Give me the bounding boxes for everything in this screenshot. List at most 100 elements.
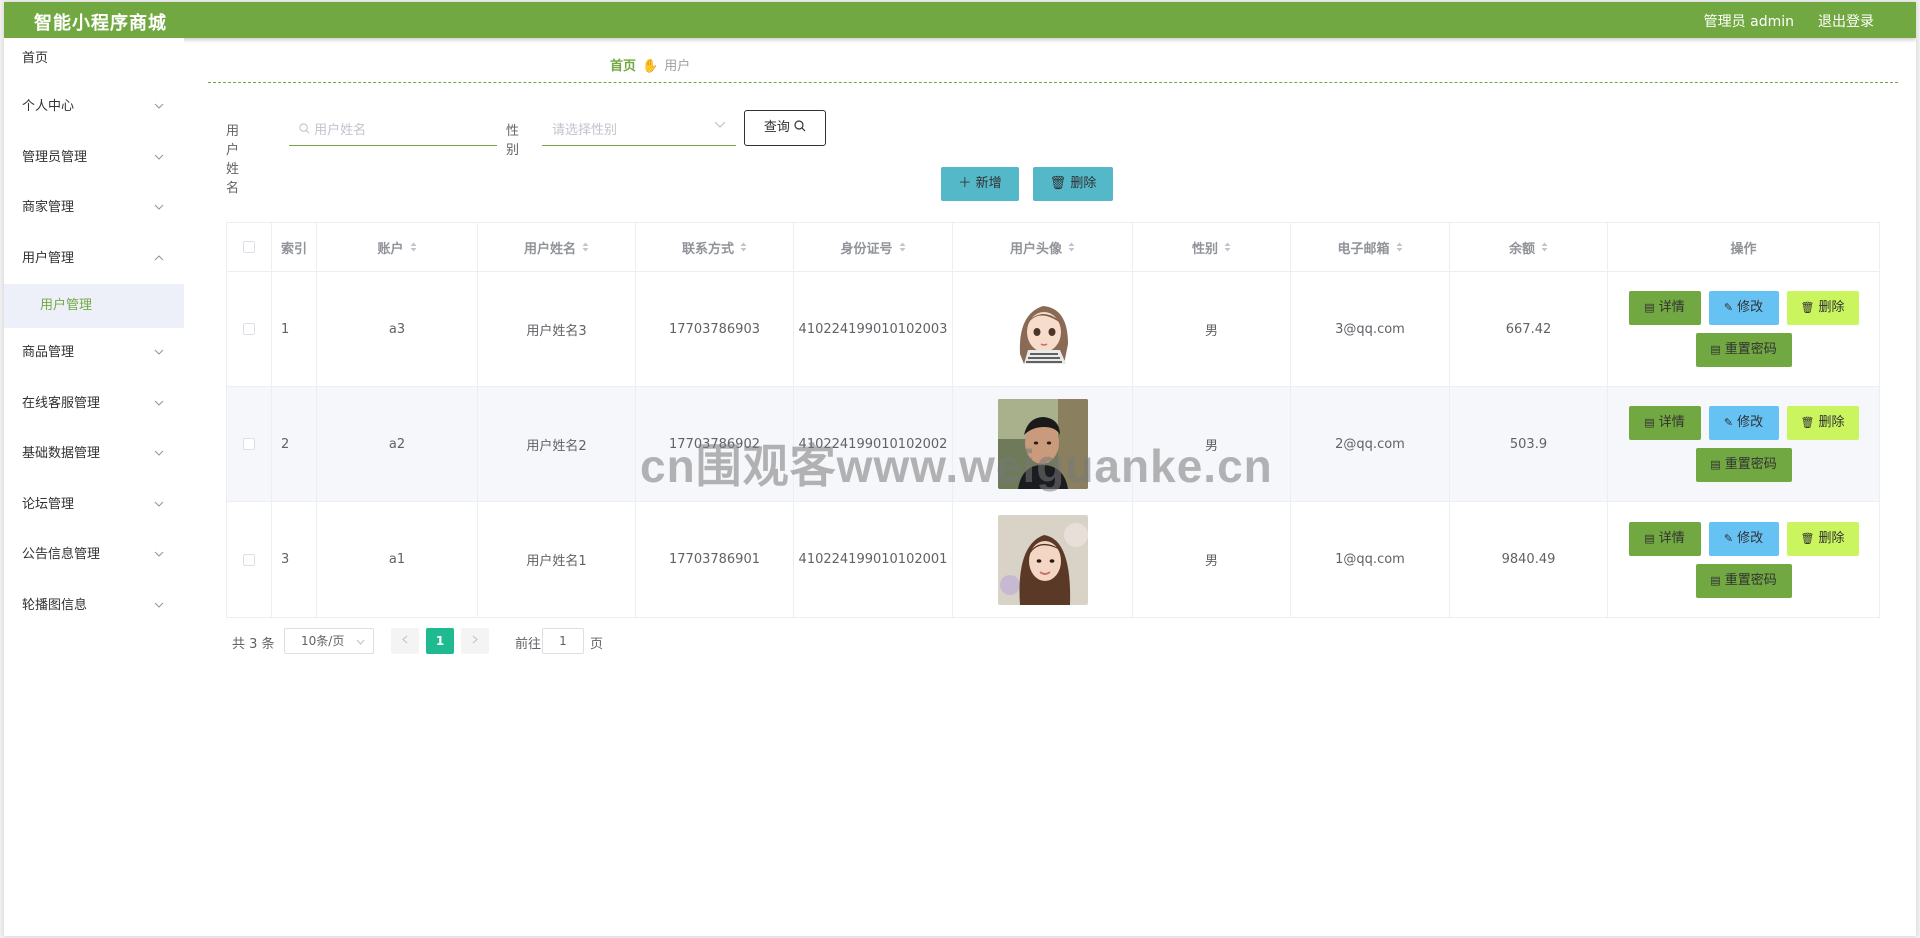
detail-button[interactable]: ▤ 详情 (1628, 291, 1701, 325)
page-number-1[interactable]: 1 (426, 628, 454, 654)
cell-balance: 667.42 (1450, 272, 1608, 386)
select-all-checkbox[interactable] (243, 241, 255, 253)
sidebar-item-admin-management[interactable]: 管理员管理 (4, 133, 184, 184)
sidebar-item-carousel[interactable]: 轮播图信息 (4, 581, 184, 632)
edit-button-label: 修改 (1737, 300, 1764, 315)
sidebar-subitem-user-management[interactable]: 用户管理 (4, 284, 184, 328)
column-header-account[interactable]: 账户 (317, 223, 478, 271)
detail-button[interactable]: ▤ 详情 (1628, 521, 1701, 556)
column-header-phone[interactable]: 联系方式 (636, 223, 794, 271)
row-checkbox[interactable] (243, 553, 255, 566)
sidebar-item-home[interactable]: 首页 (4, 38, 184, 82)
edit-button[interactable]: ✎ 修改 (1708, 521, 1779, 556)
document-icon: ▤ (1644, 301, 1655, 314)
next-page-button[interactable] (461, 628, 489, 654)
sort-icon[interactable] (410, 242, 417, 252)
cell-username: 用户姓名1 (478, 502, 636, 617)
chevron-down-icon (154, 133, 164, 184)
trash-icon: 🗑 (1800, 301, 1815, 314)
name-search-input[interactable]: 用户姓名 (289, 110, 497, 146)
sidebar-item-label: 首页 (22, 51, 49, 66)
batch-delete-button[interactable]: 🗑 删除 (1033, 167, 1113, 201)
edit-button[interactable]: ✎ 修改 (1708, 291, 1779, 325)
gender-select[interactable]: 请选择性别 (542, 110, 736, 146)
sidebar-item-label: 公告信息管理 (22, 547, 101, 562)
sidebar-item-personal-center[interactable]: 个人中心 (4, 82, 184, 133)
add-button[interactable]: ＋ 新增 (941, 167, 1019, 201)
chevron-down-icon (154, 183, 164, 234)
goto-page-input[interactable]: 1 (542, 628, 584, 654)
page-size-value: 10条/页 (301, 634, 345, 648)
sort-icon[interactable] (1068, 242, 1075, 252)
reset-password-button-label: 重置密码 (1724, 457, 1777, 472)
row-checkbox[interactable] (243, 323, 255, 335)
sidebar-item-forum[interactable]: 论坛管理 (4, 480, 184, 531)
query-button[interactable]: 查询 (744, 110, 826, 146)
sort-icon[interactable] (1541, 242, 1548, 252)
page-size-select[interactable]: 10条/页 (284, 628, 374, 654)
app-window: 智能小程序商城 管理员 admin 退出登录 首页 个人中心 管理员管理 商家管… (4, 2, 1916, 936)
sidebar-item-merchant-management[interactable]: 商家管理 (4, 183, 184, 234)
gender-filter-label: 性别 (506, 124, 520, 158)
breadcrumb-current: 用户 (664, 59, 691, 74)
detail-button-label: 详情 (1658, 530, 1685, 546)
sidebar-item-basic-data[interactable]: 基础数据管理 (4, 429, 184, 480)
cartoon-girl-avatar[interactable] (997, 284, 1088, 374)
sidebar-item-announcements[interactable]: 公告信息管理 (4, 530, 184, 581)
reset-password-button[interactable]: ▤ 重置密码 (1695, 333, 1792, 367)
goto-label: 前往 (515, 637, 542, 652)
reset-password-button[interactable]: ▤ 重置密码 (1695, 563, 1792, 598)
reset-password-button-label: 重置密码 (1724, 572, 1777, 588)
sort-icon[interactable] (1224, 242, 1231, 252)
detail-button[interactable]: ▤ 详情 (1628, 406, 1701, 440)
chevron-down-icon (154, 429, 164, 480)
woman-photo-avatar[interactable] (997, 514, 1088, 605)
cell-avatar (953, 387, 1133, 501)
top-header: 智能小程序商城 管理员 admin 退出登录 (4, 2, 1916, 38)
delete-button[interactable]: 🗑 删除 (1786, 406, 1859, 440)
cell-phone: 17703786901 (636, 502, 794, 617)
sidebar: 首页 个人中心 管理员管理 商家管理 用户管理 用户管理 商品管理 在线客服管理… (4, 38, 184, 936)
sidebar-item-customer-service[interactable]: 在线客服管理 (4, 379, 184, 430)
cell-account: a3 (317, 272, 478, 386)
sort-icon[interactable] (582, 242, 589, 252)
batch-delete-button-label: 删除 (1070, 176, 1097, 191)
cell-phone: 17703786903 (636, 272, 794, 386)
cell-gender: 男 (1133, 502, 1291, 617)
row-checkbox[interactable] (243, 438, 255, 450)
logout-link[interactable]: 退出登录 (1818, 11, 1874, 31)
column-header-username[interactable]: 用户姓名 (478, 223, 636, 271)
column-header-id-number[interactable]: 身份证号 (794, 223, 953, 271)
sidebar-item-label: 管理员管理 (22, 149, 88, 165)
edit-button[interactable]: ✎ 修改 (1708, 406, 1779, 440)
reset-password-button[interactable]: ▤ 重置密码 (1695, 448, 1792, 482)
sort-icon[interactable] (1396, 242, 1403, 252)
delete-button[interactable]: 🗑 删除 (1786, 521, 1859, 556)
prev-page-button[interactable] (391, 628, 419, 654)
sort-icon[interactable] (899, 242, 906, 252)
app-title: 智能小程序商城 (34, 13, 167, 34)
sort-icon[interactable] (740, 242, 747, 252)
man-photo-avatar[interactable] (997, 399, 1088, 489)
pencil-icon: ✎ (1723, 416, 1734, 429)
cell-phone: 17703786902 (636, 387, 794, 501)
column-header-email[interactable]: 电子邮箱 (1291, 223, 1450, 271)
cell-email: 3@qq.com (1291, 272, 1450, 386)
column-header-balance[interactable]: 余额 (1450, 223, 1608, 271)
cell-username: 用户姓名2 (478, 387, 636, 501)
sidebar-item-label: 用户管理 (22, 250, 75, 266)
select-all-cell (227, 223, 272, 271)
sidebar-item-label: 基础数据管理 (22, 446, 101, 461)
column-header-avatar[interactable]: 用户头像 (953, 223, 1133, 271)
breadcrumb-home[interactable]: 首页 (610, 59, 636, 74)
cell-actions: ▤ 详情 ✎ 修改 🗑 删除 ▤ 重置密码 (1608, 272, 1879, 386)
sidebar-item-product-management[interactable]: 商品管理 (4, 328, 184, 379)
chevron-down-icon (154, 82, 164, 133)
cell-balance: 9840.49 (1450, 502, 1608, 617)
column-header-gender[interactable]: 性别 (1133, 223, 1291, 271)
column-header-label: 电子邮箱 (1337, 241, 1390, 257)
chevron-down-icon (154, 480, 164, 531)
detail-button-label: 详情 (1658, 415, 1685, 430)
sidebar-item-user-management[interactable]: 用户管理 (4, 234, 184, 285)
delete-button[interactable]: 🗑 删除 (1786, 291, 1859, 325)
